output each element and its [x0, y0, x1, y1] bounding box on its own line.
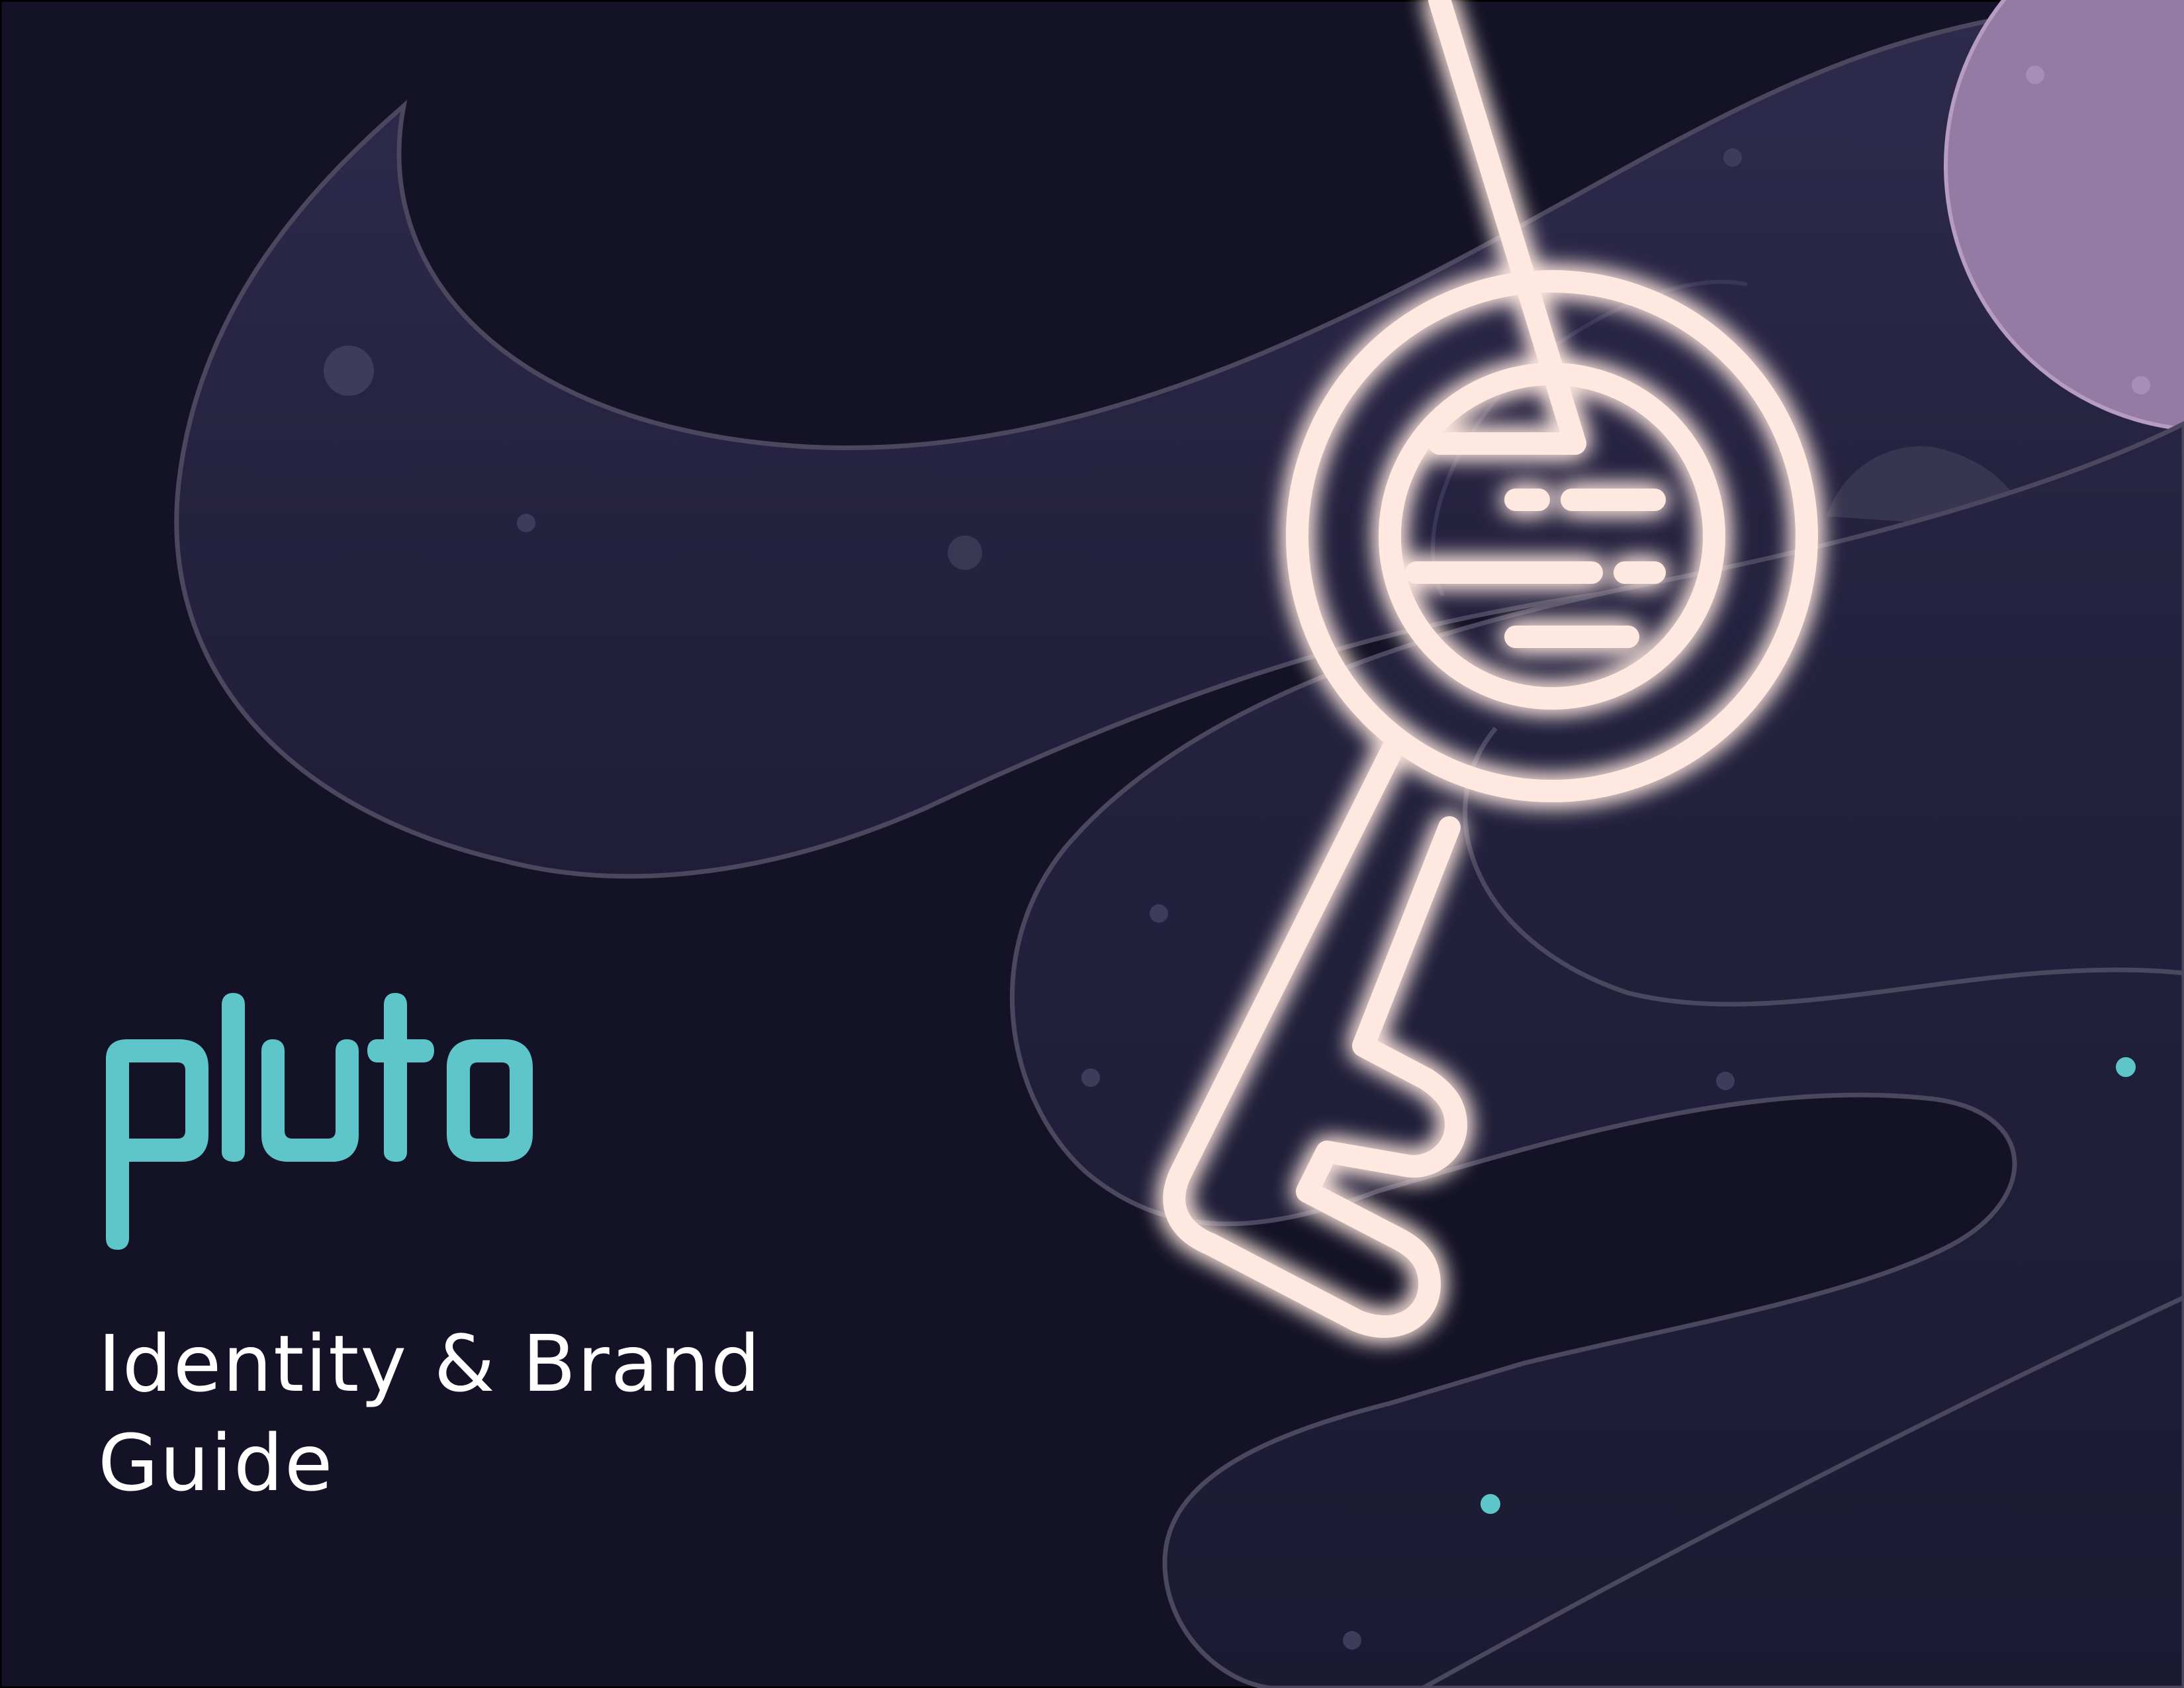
planet-crater [2132, 376, 2150, 395]
planet-crater [2026, 66, 2044, 84]
star-dot [948, 536, 982, 570]
star-dot [324, 346, 374, 396]
teal-star-dot [2116, 1057, 2136, 1077]
star-dot [1343, 1631, 1361, 1650]
guide-title-line-1: Identity & Brand [98, 1318, 762, 1409]
brand-guide-cover: pluto pluto Identity & Brand Guide [0, 0, 2184, 1688]
star-dot [517, 514, 535, 532]
guide-title-line-2: Guide [98, 1417, 334, 1509]
guide-title: Identity & Brand Guide [98, 1314, 1024, 1513]
star-dot [1723, 148, 1742, 167]
star-dot [1081, 1068, 1100, 1087]
teal-star-dot [1480, 1494, 1500, 1514]
star-dot [1150, 904, 1168, 923]
star-dot [1716, 1072, 1735, 1090]
pluto-wordmark-logo: pluto [106, 993, 533, 1250]
